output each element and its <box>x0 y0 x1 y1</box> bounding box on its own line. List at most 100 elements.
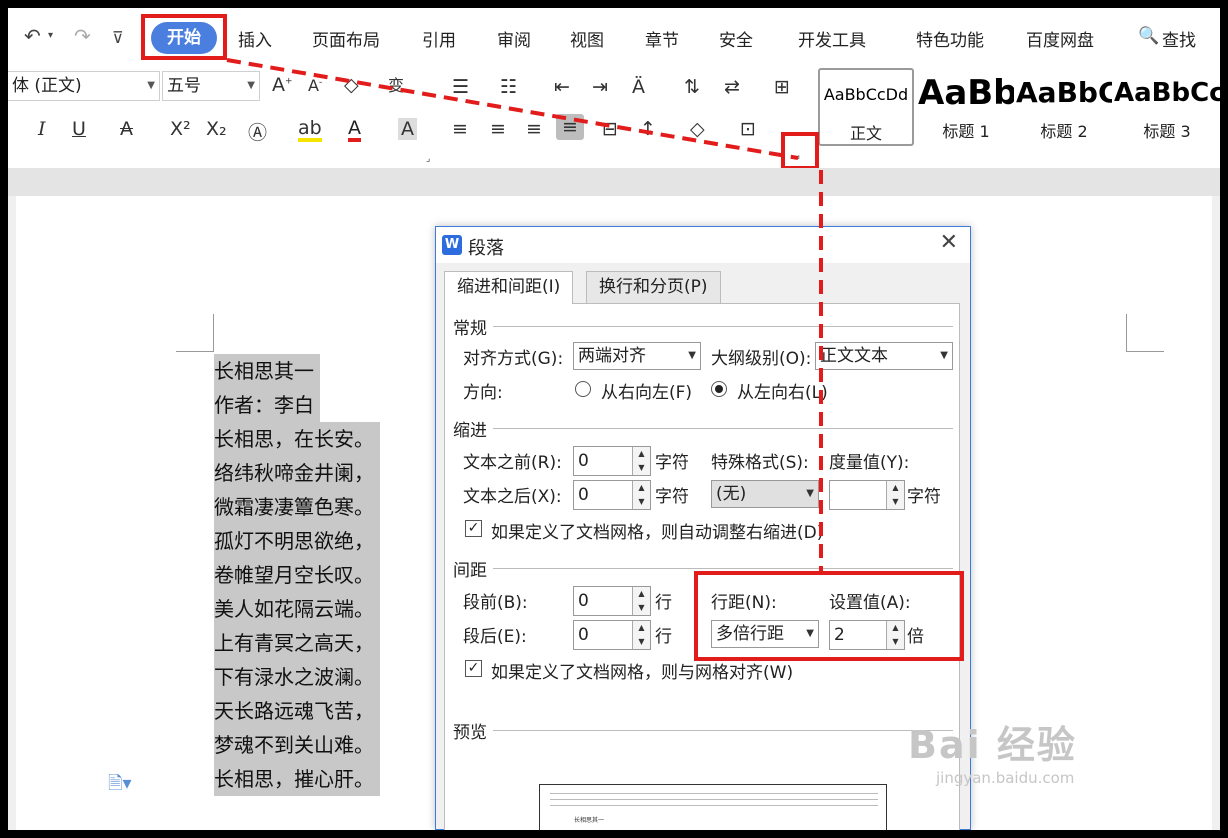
tab-chapter[interactable]: 章节 <box>645 26 679 51</box>
increase-indent-icon[interactable]: ⇥ <box>592 76 608 98</box>
text-effect-icon[interactable]: Ⓐ <box>248 118 267 145</box>
tab-view[interactable]: 视图 <box>570 26 604 51</box>
special-format-select[interactable]: (无) ▼ <box>711 480 819 508</box>
poem-line[interactable]: 美人如花隔云端。 <box>214 592 380 626</box>
poem-line[interactable]: 微霜凄凄簟色寒。 <box>214 490 380 524</box>
borders-icon[interactable]: ⊡ <box>740 118 756 140</box>
spinner-arrows-icon[interactable]: ▲ ▼ <box>632 621 650 649</box>
tab-features[interactable]: 特色功能 <box>916 26 984 51</box>
poem-line[interactable]: 作者：李白 <box>214 388 320 422</box>
subscript-icon[interactable]: X₂ <box>206 118 227 140</box>
ribbon-tab-bar: ↶ ▾ ↷ ⊽ 开始 插入 页面布局 引用 审阅 视图 章节 安全 开发工具 特… <box>8 8 1220 68</box>
style-heading-2[interactable]: AaBbC 标题 2 <box>1016 68 1112 146</box>
space-before-spinner[interactable]: 0 ▲ ▼ <box>573 586 651 616</box>
font-family-select[interactable]: 体 (正文) ▼ <box>8 71 160 101</box>
poem-line[interactable]: 下有渌水之波澜。 <box>214 660 380 694</box>
strikethrough-icon[interactable]: A <box>120 118 133 140</box>
poem-line[interactable]: 孤灯不明思欲绝， <box>214 524 380 558</box>
style-normal[interactable]: AaBbCcDd 正文 <box>818 68 914 146</box>
underline-icon[interactable]: U <box>72 118 86 140</box>
poem-line[interactable]: 长相思其一 <box>214 354 320 388</box>
chinese-layout-icon[interactable]: Ä <box>632 76 645 98</box>
poem-line[interactable]: 长相思，在长安。 <box>214 422 380 456</box>
font-dialog-launcher-icon[interactable]: ⌟ <box>426 154 430 164</box>
poem-line[interactable]: 络纬秋啼金井阑， <box>214 456 380 490</box>
decrease-indent-icon[interactable]: ⇤ <box>554 76 570 98</box>
spinner-arrows-icon[interactable]: ▲ ▼ <box>886 481 904 509</box>
poem-line[interactable]: 梦魂不到关山难。 <box>214 728 380 762</box>
undo-dropdown-icon[interactable]: ▾ <box>48 30 53 41</box>
alignment-select[interactable]: 两端对齐 ▼ <box>573 342 701 370</box>
rtl-radio[interactable] <box>575 381 591 397</box>
poem-line[interactable]: 长相思，摧心肝。 <box>214 762 380 796</box>
tab-references[interactable]: 引用 <box>422 26 456 51</box>
tab-indent-spacing[interactable]: 缩进和间距(I) <box>444 271 574 304</box>
font-size-select[interactable]: 五号 ▼ <box>162 71 260 101</box>
clear-format-icon[interactable]: ◇ <box>344 74 359 96</box>
show-marks-icon[interactable]: ⇄ <box>724 76 740 98</box>
shading-icon[interactable]: ◇ <box>690 118 705 140</box>
sort-icon[interactable]: ⇅ <box>684 76 700 98</box>
bullets-icon[interactable]: ☰ <box>452 76 469 98</box>
justify-icon[interactable]: ≡ <box>556 114 584 140</box>
style-heading-1[interactable]: AaBb 标题 1 <box>918 68 1014 146</box>
tab-line-page-break[interactable]: 换行和分页(P) <box>586 271 721 303</box>
style-heading-3[interactable]: AaBbCc 标题 3 <box>1114 68 1220 146</box>
space-after-label: 段后(E): <box>463 627 527 647</box>
space-before-unit[interactable]: 行 <box>655 588 672 613</box>
search-button[interactable]: 查找 <box>1162 26 1196 51</box>
space-after-spinner[interactable]: 0 ▲ ▼ <box>573 620 651 650</box>
tab-insert[interactable]: 插入 <box>238 26 272 51</box>
poem-line[interactable]: 上有青冥之高天， <box>214 626 380 660</box>
styles-gallery: AaBbCcDd 正文 AaBb 标题 1 AaBbC 标题 2 AaBbCc … <box>814 68 1220 148</box>
align-left-icon[interactable]: ≡ <box>452 118 468 140</box>
font-color-icon[interactable]: A <box>348 118 361 142</box>
numbering-icon[interactable]: ☷ <box>500 76 517 98</box>
tab-page-layout[interactable]: 页面布局 <box>312 26 380 51</box>
outline-level-select[interactable]: 正文文本 ▼ <box>815 342 953 370</box>
launcher-highlight <box>781 132 819 170</box>
align-right-icon[interactable]: ≡ <box>526 118 542 140</box>
preview-line <box>550 799 878 800</box>
poem-text[interactable]: 长相思其一 作者：李白 长相思，在长安。 络纬秋啼金井阑， 微霜凄凄簟色寒。 孤灯不明思欲… <box>214 354 380 796</box>
tab-security[interactable]: 安全 <box>719 26 753 51</box>
superscript-icon[interactable]: X² <box>170 118 191 140</box>
tab-developer[interactable]: 开发工具 <box>798 26 866 51</box>
close-icon[interactable]: ✕ <box>940 230 958 255</box>
highlight-icon[interactable]: ab <box>298 118 322 142</box>
grow-font-icon[interactable]: A+ <box>272 74 293 96</box>
undo-icon[interactable]: ↶ <box>24 24 41 48</box>
poem-line[interactable]: 天长路远魂飞苦， <box>214 694 380 728</box>
measure-spinner[interactable]: ▲ ▼ <box>829 480 905 510</box>
shrink-font-icon[interactable]: A- <box>308 76 322 95</box>
search-icon[interactable]: 🔍 <box>1138 26 1159 46</box>
auto-adjust-checkbox[interactable]: ✓ <box>465 520 482 537</box>
table-icon[interactable]: ⊞ <box>774 76 790 98</box>
indent-before-unit[interactable]: 字符 <box>655 448 689 473</box>
tab-baidu-netdisk[interactable]: 百度网盘 <box>1026 26 1094 51</box>
phonetic-guide-icon[interactable]: 变 <box>388 72 404 96</box>
line-spacing-icon[interactable]: ↕ <box>640 118 656 140</box>
document-icon[interactable]: 🗎▾ <box>108 771 132 801</box>
distributed-icon[interactable]: ⊟ <box>602 118 618 140</box>
measure-unit[interactable]: 字符 <box>907 482 941 507</box>
indent-after-spinner[interactable]: 0 ▲ ▼ <box>573 480 651 510</box>
redo-icon[interactable]: ↷ <box>74 24 91 48</box>
spinner-arrows-icon[interactable]: ▲ ▼ <box>632 481 650 509</box>
poem-line[interactable]: 卷帷望月空长叹。 <box>214 558 380 592</box>
grid-align-checkbox[interactable]: ✓ <box>465 660 482 677</box>
preview-line <box>550 793 878 794</box>
customize-toolbar-icon[interactable]: ⊽ <box>112 28 124 47</box>
space-after-unit[interactable]: 行 <box>655 622 672 647</box>
tab-review[interactable]: 审阅 <box>497 26 531 51</box>
char-shading-icon[interactable]: A <box>398 118 417 140</box>
ltr-radio[interactable] <box>711 381 727 397</box>
italic-icon[interactable]: I <box>38 118 46 140</box>
indent-after-unit[interactable]: 字符 <box>655 482 689 507</box>
indent-before-spinner[interactable]: 0 ▲ ▼ <box>573 446 651 476</box>
spinner-arrows-icon[interactable]: ▲ ▼ <box>632 587 650 615</box>
spacing-highlight <box>694 571 964 661</box>
spinner-arrows-icon[interactable]: ▲ ▼ <box>632 447 650 475</box>
margin-corner-mark <box>1126 314 1164 352</box>
align-center-icon[interactable]: ≡ <box>490 118 506 140</box>
